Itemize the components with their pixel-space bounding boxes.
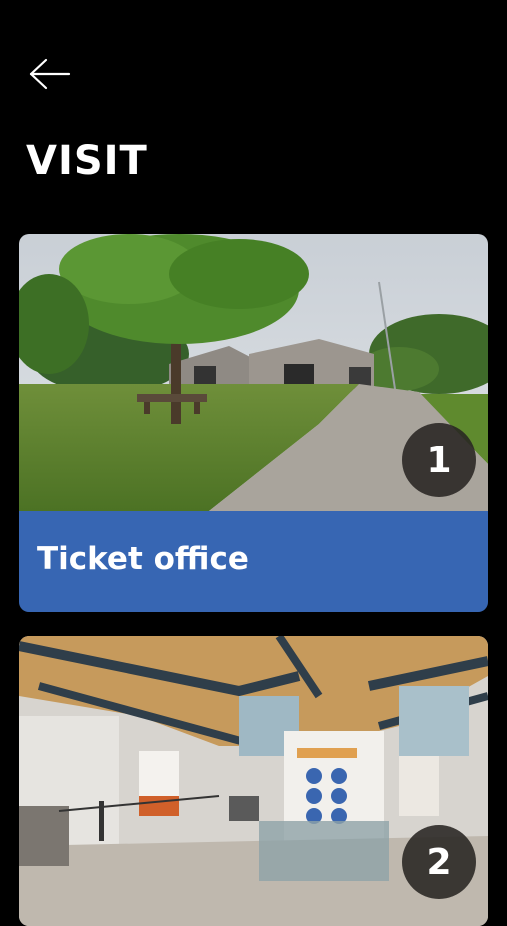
stop-label: Ticket office	[37, 541, 249, 577]
arrow-left-icon	[29, 58, 71, 90]
stop-number-badge: 2	[402, 825, 476, 899]
stop-card-2[interactable]: 2	[19, 636, 488, 926]
page-title: VISIT	[26, 138, 148, 184]
back-button[interactable]	[28, 56, 72, 92]
stop-card-ticket-office[interactable]: 1 Ticket office	[19, 234, 488, 612]
stop-caption: Ticket office	[19, 511, 488, 612]
stop-number-badge: 1	[402, 423, 476, 497]
